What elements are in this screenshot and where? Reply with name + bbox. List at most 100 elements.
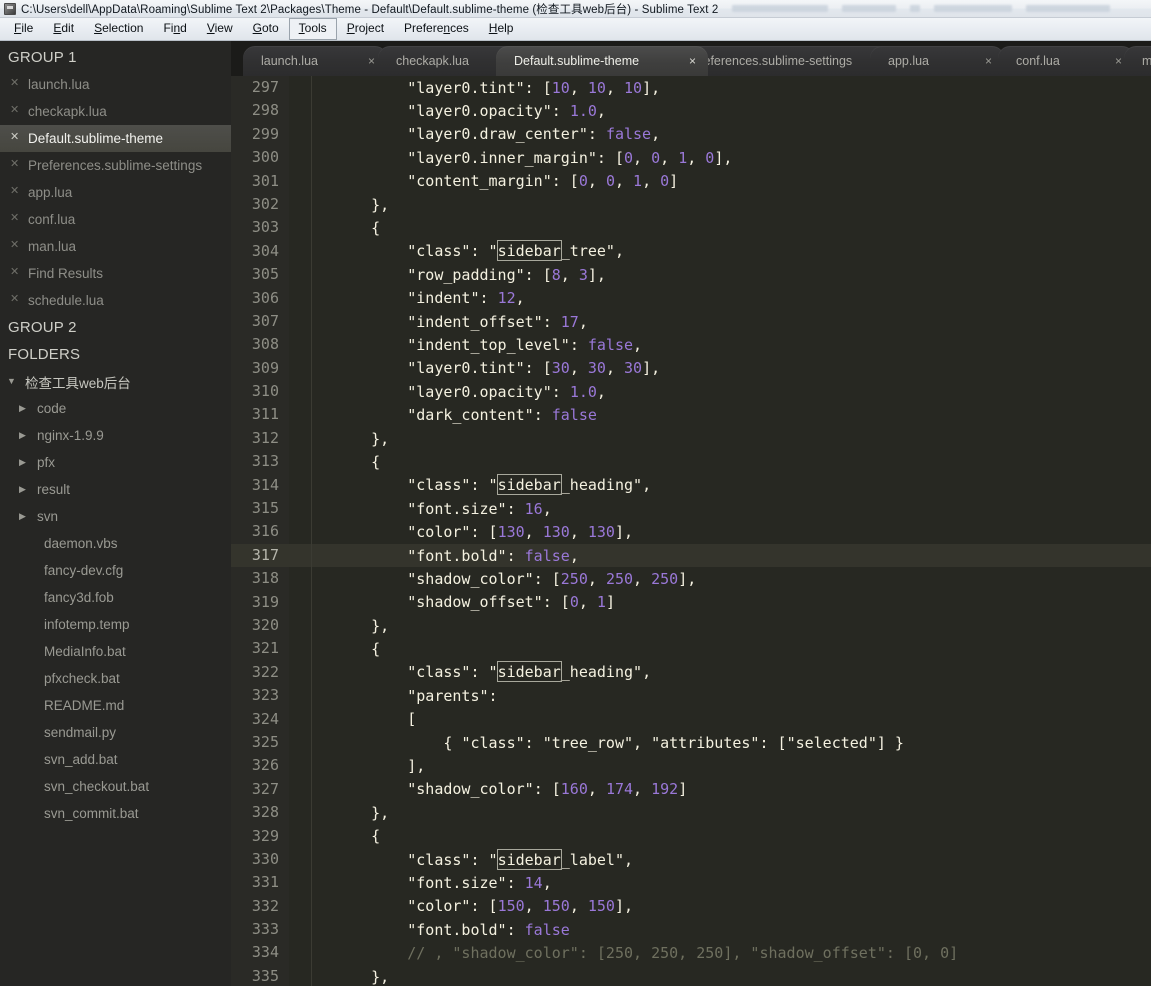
code-line[interactable]: 333 "font.bold": false [231,918,1151,942]
folder-tree-file[interactable]: fancy3d.fob [0,584,231,611]
editor-tab[interactable]: conf.lua × [998,46,1134,76]
close-icon[interactable]: ✕ [10,78,22,89]
sidebar-open-file[interactable]: ✕ launch.lua [0,71,231,98]
code-line[interactable]: 297 "layer0.tint": [10, 10, 10], [231,76,1151,100]
code-line[interactable]: 313 { [231,450,1151,475]
code-line[interactable]: 316 "color": [130, 130, 130], [231,520,1151,545]
close-icon[interactable]: ✕ [10,132,22,143]
close-icon[interactable]: ✕ [10,294,22,305]
triangle-right-icon[interactable]: ▶ [19,404,33,413]
close-icon[interactable]: ✕ [10,240,22,251]
sidebar-open-file[interactable]: ✕ man.lua [0,233,231,260]
code-line[interactable]: 301 "content_margin": [0, 0, 1, 0] [231,169,1151,194]
close-icon[interactable]: ✕ [10,186,22,197]
folder-tree-file[interactable]: svn_add.bat [0,746,231,773]
code-line[interactable]: 314 "class": "sidebar_heading", [231,473,1151,498]
folder-tree-folder[interactable]: ▶ pfx [0,449,231,476]
code-line[interactable]: 299 "layer0.draw_center": false, [231,122,1151,147]
menu-item-project[interactable]: Project [337,18,394,40]
menu-item-preferences[interactable]: Preferences [394,18,479,40]
folder-tree-file[interactable]: infotemp.temp [0,611,231,638]
sidebar-open-file[interactable]: ✕ Find Results [0,260,231,287]
code-line[interactable]: 302 }, [231,192,1151,217]
sidebar-open-file[interactable]: ✕ Preferences.sublime-settings [0,152,231,179]
tab-bar[interactable]: launch.lua×checkapk.lua×Default.sublime-… [231,41,1151,76]
code-line[interactable]: 328 }, [231,801,1151,825]
code-line[interactable]: 304 "class": "sidebar_tree", [231,239,1151,264]
code-line[interactable]: 311 "dark_content": false [231,403,1151,428]
menu-item-selection[interactable]: Selection [84,18,153,40]
close-icon[interactable]: × [985,55,992,67]
folder-tree-file[interactable]: pfxcheck.bat [0,665,231,692]
close-icon[interactable]: × [689,55,696,67]
triangle-right-icon[interactable]: ▶ [19,485,33,494]
editor-tab[interactable]: ma× [1124,46,1151,76]
menu-item-view[interactable]: View [197,18,243,40]
sidebar-open-file[interactable]: ✕ schedule.lua [0,287,231,314]
folder-tree-folder[interactable]: ▶ svn [0,503,231,530]
folder-tree-file[interactable]: daemon.vbs [0,530,231,557]
code-line[interactable]: 310 "layer0.opacity": 1.0, [231,380,1151,404]
folder-tree-folder[interactable]: ▶ code [0,395,231,422]
menu-item-file[interactable]: File [4,18,43,40]
code-line[interactable]: 329 { [231,824,1151,849]
code-line[interactable]: 309 "layer0.tint": [30, 30, 30], [231,356,1151,381]
code-line[interactable]: 322 "class": "sidebar_heading", [231,660,1151,685]
code-line[interactable]: 335 }, [231,964,1151,986]
code-line[interactable]: 317 "font.bold": false, [231,543,1151,568]
close-icon[interactable]: ✕ [10,159,22,170]
code-line[interactable]: 303 { [231,216,1151,241]
triangle-right-icon[interactable]: ▶ [19,431,33,440]
code-line[interactable]: 326 ], [231,754,1151,779]
code-line[interactable]: 315 "font.size": 16, [231,497,1151,521]
code-line[interactable]: 324 [ [231,707,1151,732]
close-icon[interactable]: ✕ [10,105,22,116]
menu-item-tools[interactable]: Tools [288,18,337,40]
close-icon[interactable]: × [368,55,375,67]
code-line[interactable]: 318 "shadow_color": [250, 250, 250], [231,567,1151,591]
menu-item-help[interactable]: Help [479,18,524,40]
code-line[interactable]: 330 "class": "sidebar_label", [231,847,1151,872]
code-line[interactable]: 305 "row_padding": [8, 3], [231,263,1151,287]
close-icon[interactable]: ✕ [10,213,22,224]
sidebar[interactable]: GROUP 1 ✕ launch.lua ✕ checkapk.lua ✕ Default.… [0,41,231,986]
code-line[interactable]: 331 "font.size": 14, [231,871,1151,896]
close-icon[interactable]: ✕ [10,267,22,278]
triangle-right-icon[interactable]: ▶ [19,512,33,521]
code-editor[interactable]: 297 "layer0.tint": [10, 10, 10], 298 "lay… [231,76,1151,986]
close-icon[interactable]: × [1115,55,1122,67]
triangle-down-icon[interactable]: ▼ [7,377,21,386]
folder-tree-file[interactable]: sendmail.py [0,719,231,746]
editor-tab[interactable]: launch.lua × [243,46,387,76]
sidebar-open-file[interactable]: ✕ app.lua [0,179,231,206]
code-line[interactable]: 308 "indent_top_level": false, [231,333,1151,358]
menu-item-edit[interactable]: Edit [43,18,84,40]
sidebar-open-file[interactable]: ✕ conf.lua [0,206,231,233]
code-line[interactable]: 323 "parents": [231,684,1151,708]
code-line[interactable]: 298 "layer0.opacity": 1.0, [231,99,1151,124]
sidebar-open-file[interactable]: ✕ Default.sublime-theme [0,125,231,152]
code-line[interactable]: 334 // , "shadow_color": [250, 250, 250]… [231,941,1151,966]
code-line[interactable]: 319 "shadow_offset": [0, 1] [231,590,1151,615]
code-line[interactable]: 332 "color": [150, 150, 150], [231,894,1151,919]
code-line[interactable]: 320 }, [231,613,1151,638]
code-line[interactable]: 300 "layer0.inner_margin": [0, 0, 1, 0], [231,146,1151,170]
folder-tree-file[interactable]: svn_checkout.bat [0,773,231,800]
sidebar-open-file[interactable]: ✕ checkapk.lua [0,98,231,125]
code-line[interactable]: 327 "shadow_color": [160, 174, 192] [231,777,1151,802]
code-line[interactable]: 325 { "class": "tree_row", "attributes":… [231,730,1151,755]
code-line[interactable]: 307 "indent_offset": 17, [231,309,1151,334]
code-line[interactable]: 312 }, [231,426,1151,451]
menu-item-goto[interactable]: Goto [243,18,289,40]
folder-tree-file[interactable]: README.md [0,692,231,719]
triangle-right-icon[interactable]: ▶ [19,458,33,467]
folder-tree-root[interactable]: ▼ 检查工具web后台 [0,368,231,395]
editor-tab[interactable]: app.lua × [870,46,1004,76]
folder-tree-folder[interactable]: ▶ result [0,476,231,503]
folder-tree-file[interactable]: MediaInfo.bat [0,638,231,665]
menu-item-find[interactable]: Find [153,18,196,40]
folder-tree-folder[interactable]: ▶ nginx-1.9.9 [0,422,231,449]
code-line[interactable]: 321 { [231,637,1151,662]
folder-tree-file[interactable]: svn_commit.bat [0,800,231,827]
code-line[interactable]: 306 "indent": 12, [231,286,1151,311]
